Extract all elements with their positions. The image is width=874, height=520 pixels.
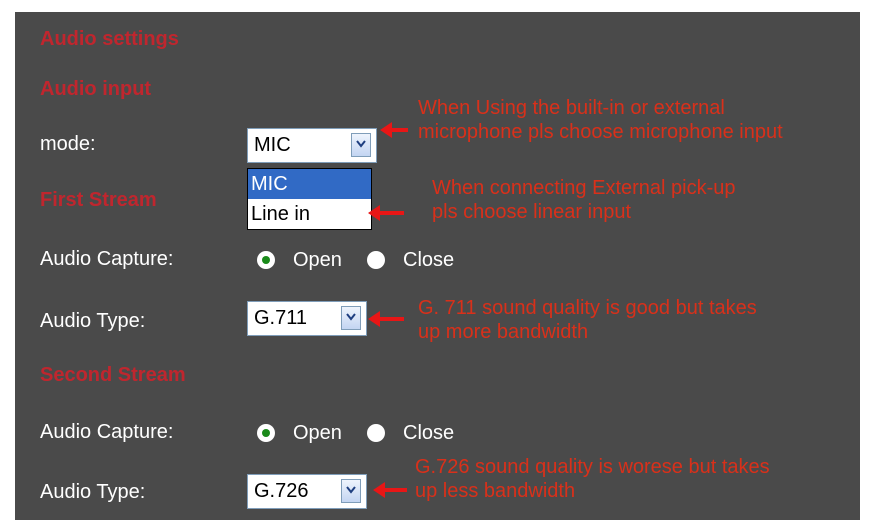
linein-annotation: When connecting External pick-up pls cho… bbox=[432, 176, 736, 224]
second-audio-type-label: Audio Type: bbox=[40, 481, 146, 503]
mode-option-mic[interactable]: MIC bbox=[248, 169, 371, 199]
mode-dropdown-list: MIC Line in bbox=[247, 168, 372, 230]
arrow-left-icon bbox=[380, 122, 408, 138]
first-audio-type-value: G.711 bbox=[254, 307, 307, 329]
second-capture-open-label: Open bbox=[293, 422, 342, 444]
radio-selected-dot bbox=[262, 256, 270, 264]
arrow-left-icon bbox=[368, 205, 404, 221]
first-stream-heading: First Stream bbox=[40, 189, 157, 211]
second-capture-close-label: Close bbox=[403, 422, 455, 444]
arrow-left-icon bbox=[368, 311, 404, 327]
mic-annotation: When Using the built-in or external micr… bbox=[418, 96, 783, 144]
mic-annotation-line: microphone pls choose microphone input bbox=[418, 121, 783, 143]
mode-select-value: MIC bbox=[254, 134, 291, 156]
arrow-left-icon bbox=[373, 482, 407, 498]
linein-annotation-line: pls choose linear input bbox=[432, 201, 632, 223]
second-audio-type-value: G.726 bbox=[254, 480, 309, 502]
first-capture-close-label: Close bbox=[403, 249, 455, 271]
first-capture-open-label: Open bbox=[293, 249, 342, 271]
first-audio-type-label: Audio Type: bbox=[40, 310, 146, 332]
chevron-down-icon[interactable] bbox=[341, 479, 361, 503]
audio-settings-heading: Audio settings bbox=[40, 28, 179, 50]
g711-annotation-line: G. 711 sound quality is good but takes bbox=[418, 297, 757, 319]
g726-annotation-line: G.726 sound quality is worese but takes bbox=[415, 456, 770, 478]
g726-annotation-line: up less bandwidth bbox=[415, 480, 576, 502]
audio-input-heading: Audio input bbox=[40, 78, 152, 100]
first-capture-close-radio[interactable] bbox=[367, 251, 385, 269]
mode-label: mode: bbox=[40, 133, 96, 155]
first-capture-open-radio[interactable] bbox=[257, 251, 275, 269]
radio-selected-dot bbox=[262, 429, 270, 437]
mode-option-line-in[interactable]: Line in bbox=[248, 199, 371, 229]
second-capture-open-radio[interactable] bbox=[257, 424, 275, 442]
linein-annotation-line: When connecting External pick-up bbox=[432, 177, 736, 199]
chevron-down-icon[interactable] bbox=[341, 306, 361, 330]
mic-annotation-line: When Using the built-in or external bbox=[418, 97, 725, 119]
second-capture-close-radio[interactable] bbox=[367, 424, 385, 442]
first-audio-capture-label: Audio Capture: bbox=[40, 248, 174, 270]
g711-annotation-line: up more bandwidth bbox=[418, 321, 589, 343]
second-audio-type-select[interactable]: G.726 bbox=[247, 474, 367, 509]
g726-annotation: G.726 sound quality is worese but takes … bbox=[415, 455, 770, 503]
second-stream-heading: Second Stream bbox=[40, 364, 186, 386]
mode-select[interactable]: MIC bbox=[247, 128, 377, 163]
g711-annotation: G. 711 sound quality is good but takes u… bbox=[418, 296, 757, 344]
chevron-down-icon[interactable] bbox=[351, 133, 371, 157]
first-audio-type-select[interactable]: G.711 bbox=[247, 301, 367, 336]
second-audio-capture-label: Audio Capture: bbox=[40, 421, 174, 443]
